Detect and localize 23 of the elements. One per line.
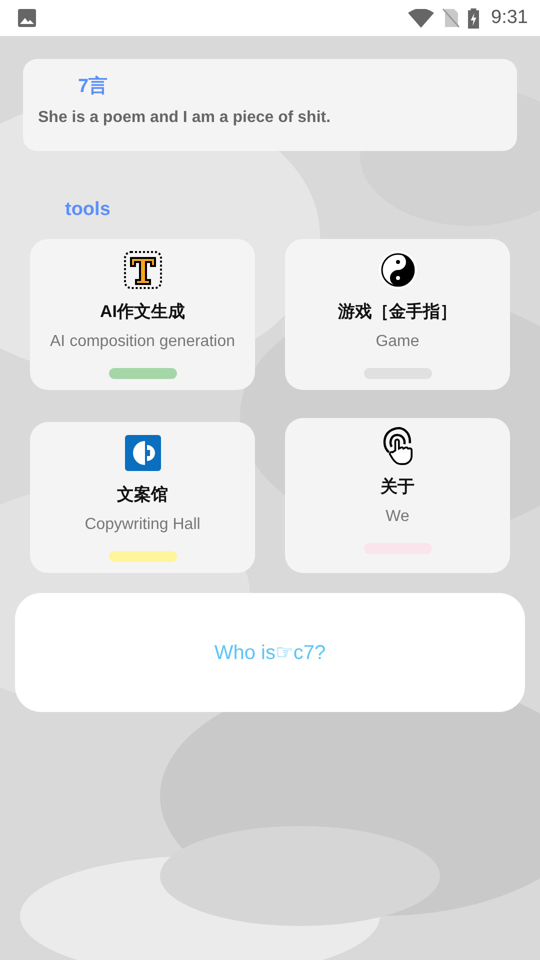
- tool-subtitle: We: [386, 508, 410, 526]
- tool-card[interactable]: AI作文生成 AI composition generation: [30, 239, 255, 390]
- battery-charging-icon: [468, 8, 480, 28]
- tool-subtitle: Copywriting Hall: [84, 516, 200, 534]
- quote-text: She is a poem and I am a piece of shit.: [38, 109, 332, 127]
- yin-yang-icon: [378, 250, 418, 290]
- tool-card[interactable]: 游戏［金手指］ Game: [285, 239, 510, 390]
- no-sim-icon: [442, 8, 460, 28]
- tool-card[interactable]: 关于 We: [285, 418, 510, 573]
- tool-title: 游戏［金手指］: [338, 301, 457, 323]
- section-title: tools: [65, 199, 112, 221]
- type-icon: [122, 250, 162, 290]
- quote-title: 7言: [78, 74, 109, 99]
- tool-title: 文案馆: [117, 484, 168, 506]
- tool-title: AI作文生成: [100, 301, 185, 323]
- wifi-icon: [408, 8, 434, 28]
- image-icon: [17, 8, 37, 28]
- tool-card[interactable]: 文案馆 Copywriting Hall: [30, 422, 255, 573]
- tool-title: 关于: [380, 476, 414, 498]
- clock-time: 9:31: [491, 7, 528, 29]
- tool-subtitle: AI composition generation: [50, 333, 235, 351]
- app-tile-icon: [122, 433, 162, 473]
- tool-subtitle: Game: [376, 333, 420, 351]
